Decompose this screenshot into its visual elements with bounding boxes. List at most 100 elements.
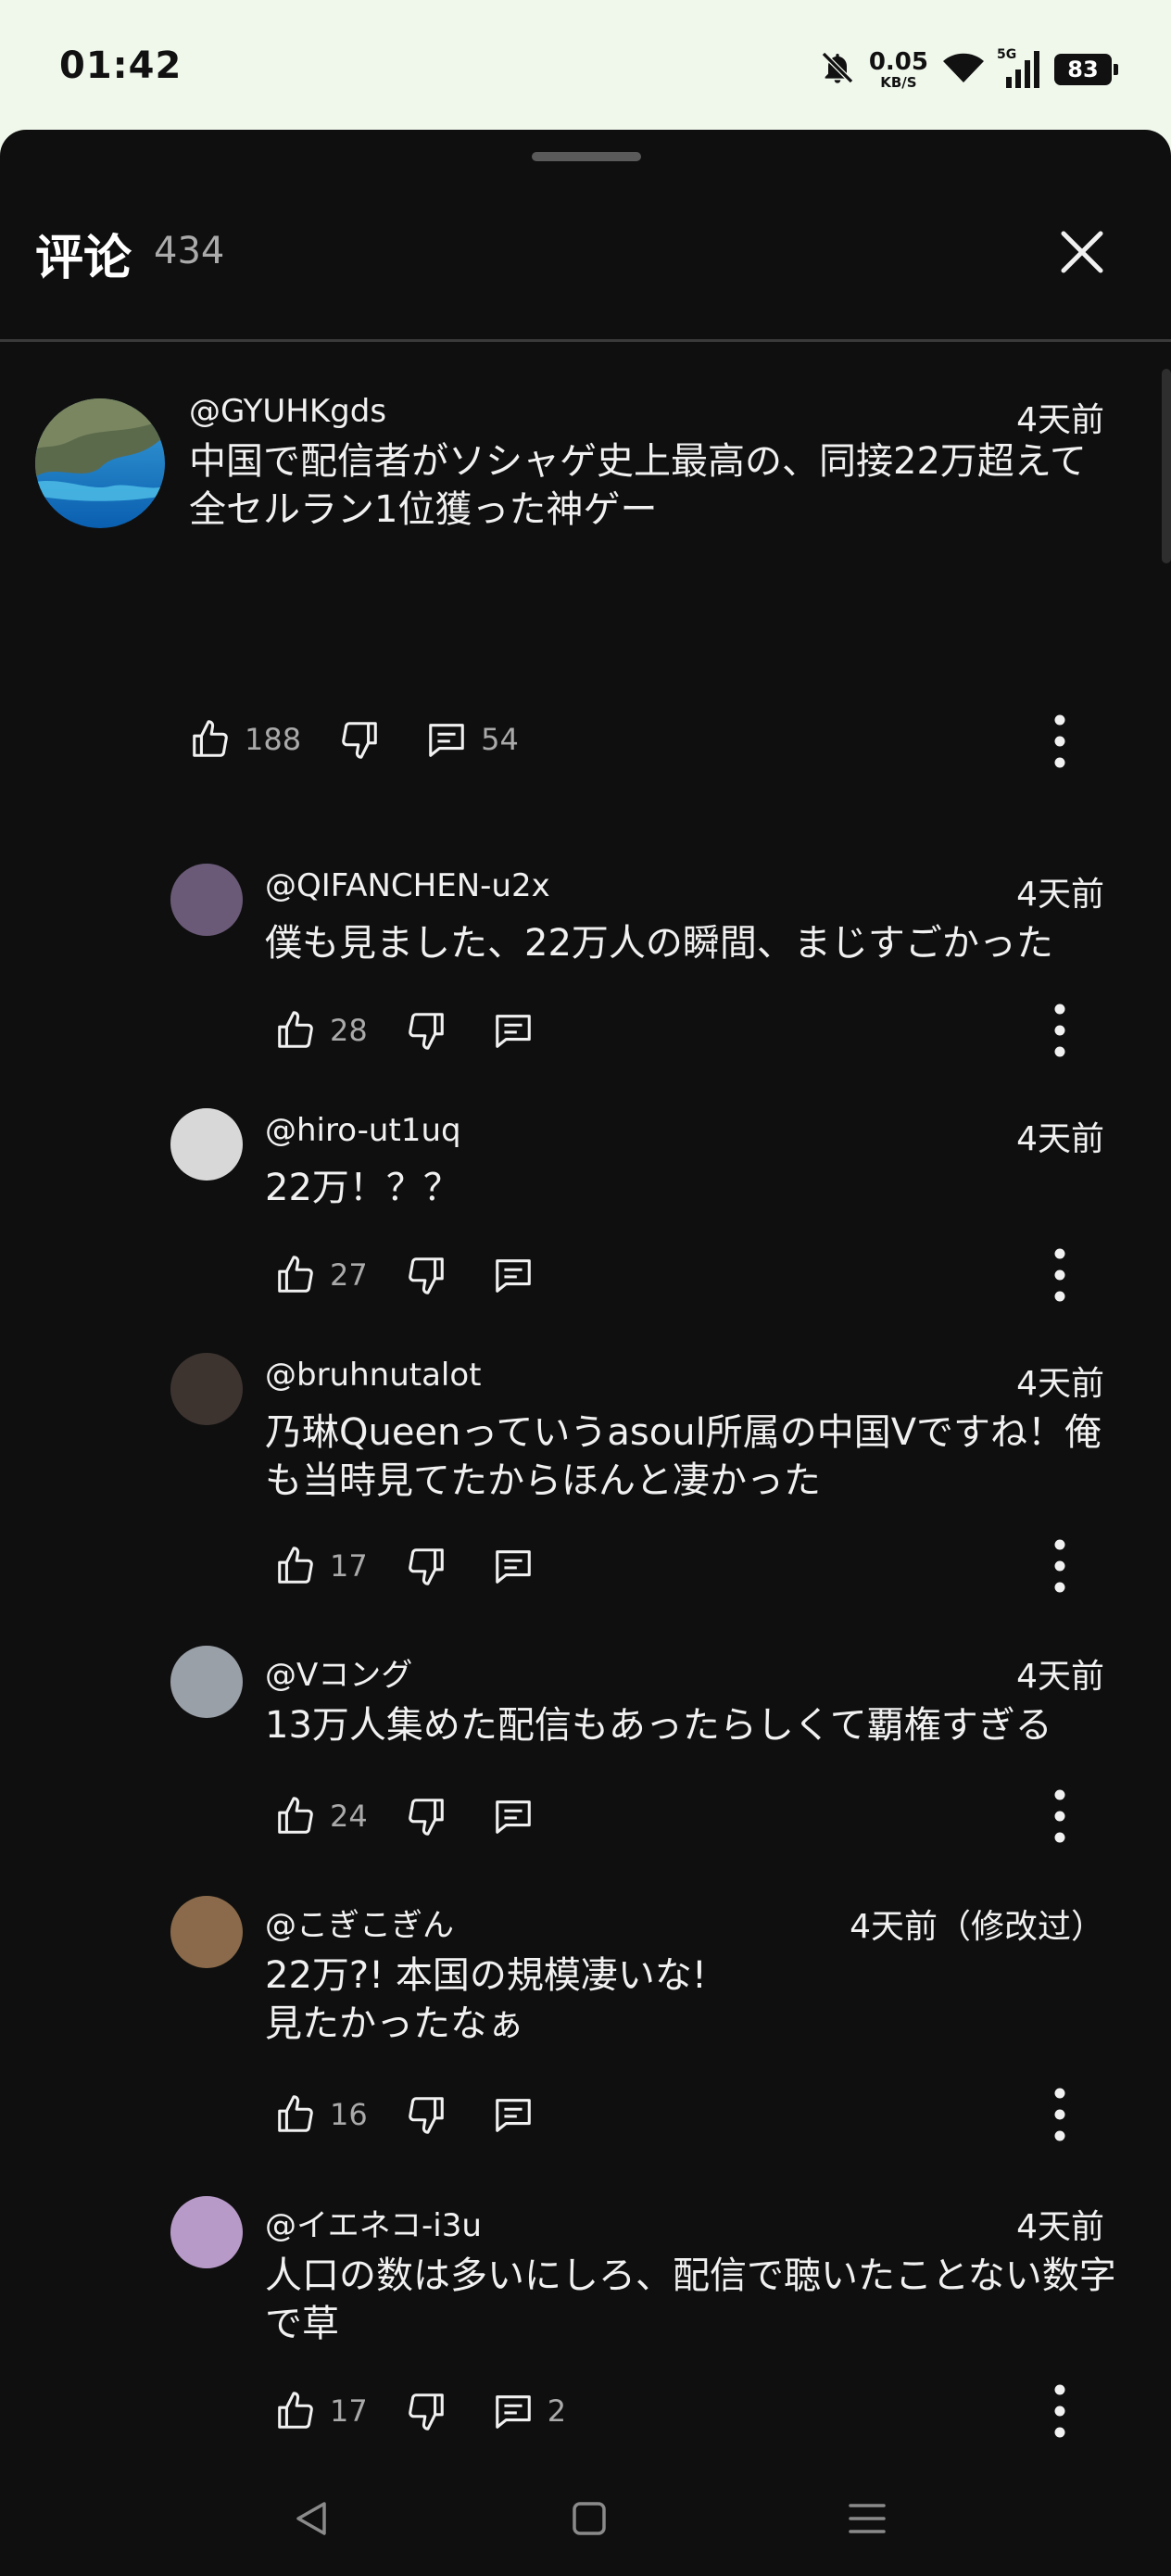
comment-author[interactable]: @GYUHKgds	[189, 393, 386, 430]
avatar[interactable]	[170, 1646, 243, 1718]
cellular-signal-icon: 5G	[997, 47, 1041, 88]
avatar[interactable]	[170, 1108, 243, 1181]
avatar[interactable]	[35, 398, 165, 528]
reply-author[interactable]: @bruhnutalot	[265, 1357, 482, 1394]
reply-icon	[495, 1259, 531, 1293]
reply-actions: 24	[274, 1788, 535, 1844]
dislike-button[interactable]	[405, 2093, 447, 2136]
like-button[interactable]: 28	[274, 1009, 368, 1052]
more-vert-icon	[1054, 1248, 1065, 1302]
status-time: 01:42	[59, 44, 183, 87]
reply-text: 乃琳Queenっていうasoul所属の中国Vですね！俺も当時見てたからほんと凄か…	[265, 1411, 1102, 1502]
home-button[interactable]	[561, 2491, 617, 2546]
home-icon	[573, 2502, 606, 2535]
avatar[interactable]	[170, 864, 243, 936]
dislike-button[interactable]	[405, 1009, 447, 1052]
reply-icon	[495, 2099, 531, 2132]
thumbs-down-icon	[342, 722, 377, 759]
thumbs-down-icon	[408, 2393, 444, 2431]
reply-author[interactable]: @こぎこぎん	[265, 1900, 454, 1945]
net-speed-unit: KB/S	[880, 73, 917, 91]
dislike-button[interactable]	[405, 1254, 447, 1296]
like-count: 27	[330, 1257, 368, 1293]
header-divider	[0, 339, 1171, 342]
comments-title: 评论	[35, 231, 132, 286]
avatar[interactable]	[170, 1353, 243, 1425]
like-button[interactable]: 24	[274, 1795, 368, 1837]
recents-icon	[849, 2504, 886, 2533]
reply-actions: 27	[274, 1247, 535, 1303]
more-options-button[interactable]	[1041, 1243, 1078, 1307]
more-options-button[interactable]	[1041, 1784, 1078, 1849]
back-button[interactable]	[283, 2491, 339, 2546]
reply-button[interactable]	[492, 1795, 535, 1837]
reply-text: 22万?! 本国の規模凄いな! 見たかったなぁ	[265, 1954, 707, 2045]
reply-author[interactable]: @イエネコ-i3u	[265, 2200, 482, 2245]
dislike-button[interactable]	[405, 2390, 447, 2432]
more-vert-icon	[1054, 714, 1065, 768]
comments-sheet: 评论 434 @GYUHKgds 4天前 中国で配信者がソシャゲ史上最高の、同接…	[0, 130, 1171, 2576]
like-count: 28	[330, 1013, 368, 1048]
reply-time: 4天前	[1016, 1120, 1104, 1158]
back-icon	[296, 2502, 326, 2535]
avatar[interactable]	[170, 1896, 243, 1968]
more-vert-icon	[1054, 1004, 1065, 1057]
like-button[interactable]: 17	[274, 2390, 368, 2432]
recents-button[interactable]	[839, 2491, 895, 2546]
reply-author[interactable]: @hiro-ut1uq	[265, 1112, 461, 1149]
dislike-button[interactable]	[405, 1795, 447, 1837]
status-icons: 0.05 KB/S 5G 83	[819, 47, 1118, 91]
dislike-button[interactable]	[338, 718, 381, 761]
like-count: 17	[330, 2393, 368, 2429]
thumbs-down-icon	[408, 1799, 444, 1836]
dislike-button[interactable]	[405, 1545, 447, 1587]
reply-icon	[495, 1015, 531, 1048]
net-speed-value: 0.05	[868, 47, 928, 76]
battery-icon: 83	[1054, 54, 1118, 85]
reply-button[interactable]	[492, 1009, 535, 1052]
close-button[interactable]	[1052, 222, 1112, 282]
reply-button[interactable]: 54	[425, 718, 519, 761]
net-speed: 0.05 KB/S	[869, 50, 928, 90]
like-count: 17	[330, 1548, 368, 1584]
comment-time: 4天前	[1016, 401, 1104, 439]
reply-actions: 17	[274, 1538, 535, 1594]
wifi-icon	[941, 49, 986, 90]
reply-text: 人口の数は多いにしろ、配信で聴いたことない数字で草	[265, 2254, 1116, 2345]
reply-button[interactable]	[492, 1254, 535, 1296]
thumbs-up-icon	[278, 1547, 313, 1584]
reply-icon	[495, 1550, 531, 1584]
drag-handle[interactable]	[532, 152, 641, 161]
more-options-button[interactable]	[1041, 2379, 1078, 2443]
like-button[interactable]: 27	[274, 1254, 368, 1296]
more-options-button[interactable]	[1041, 1534, 1078, 1598]
like-button[interactable]: 16	[274, 2093, 368, 2136]
scrollbar[interactable]	[1162, 369, 1171, 563]
like-button[interactable]: 188	[189, 718, 301, 761]
comments-count: 434	[154, 230, 225, 272]
reply-button[interactable]	[492, 1545, 535, 1587]
status-bar: 01:42 0.05 KB/S 5G 83	[0, 0, 1171, 130]
system-nav-bar	[0, 2459, 1171, 2576]
reply-author[interactable]: @Vコング	[265, 1649, 412, 1695]
thumbs-down-icon	[408, 2097, 444, 2134]
reply-time: 4天前	[1016, 876, 1104, 914]
reply-icon	[495, 2395, 531, 2429]
more-options-button[interactable]	[1041, 709, 1078, 774]
more-options-button[interactable]	[1041, 2082, 1078, 2147]
reply-text: 13万人集めた配信もあったらしくて覇権すぎる	[265, 1704, 1052, 1747]
thumbs-down-icon	[408, 1548, 444, 1585]
comment-text: 中国で配信者がソシャゲ史上最高の、同接22万超えて全セルラン1位獲った神ゲー	[189, 440, 1087, 531]
reply-author[interactable]: @QIFANCHEN-u2x	[265, 867, 550, 904]
reply-text: 22万！？？	[265, 1167, 460, 1209]
reply-button[interactable]	[492, 2093, 535, 2136]
like-button[interactable]: 17	[274, 1545, 368, 1587]
avatar[interactable]	[170, 2196, 243, 2268]
reply-button[interactable]: 2	[492, 2390, 566, 2432]
reply-text: 僕も見ました、22万人の瞬間、まじすごかった	[265, 922, 1053, 965]
thumbs-up-icon	[278, 2095, 313, 2132]
more-options-button[interactable]	[1041, 998, 1078, 1063]
reply-time: 4天前	[1016, 1658, 1104, 1696]
battery-level: 83	[1067, 57, 1099, 82]
more-vert-icon	[1054, 1789, 1065, 1843]
